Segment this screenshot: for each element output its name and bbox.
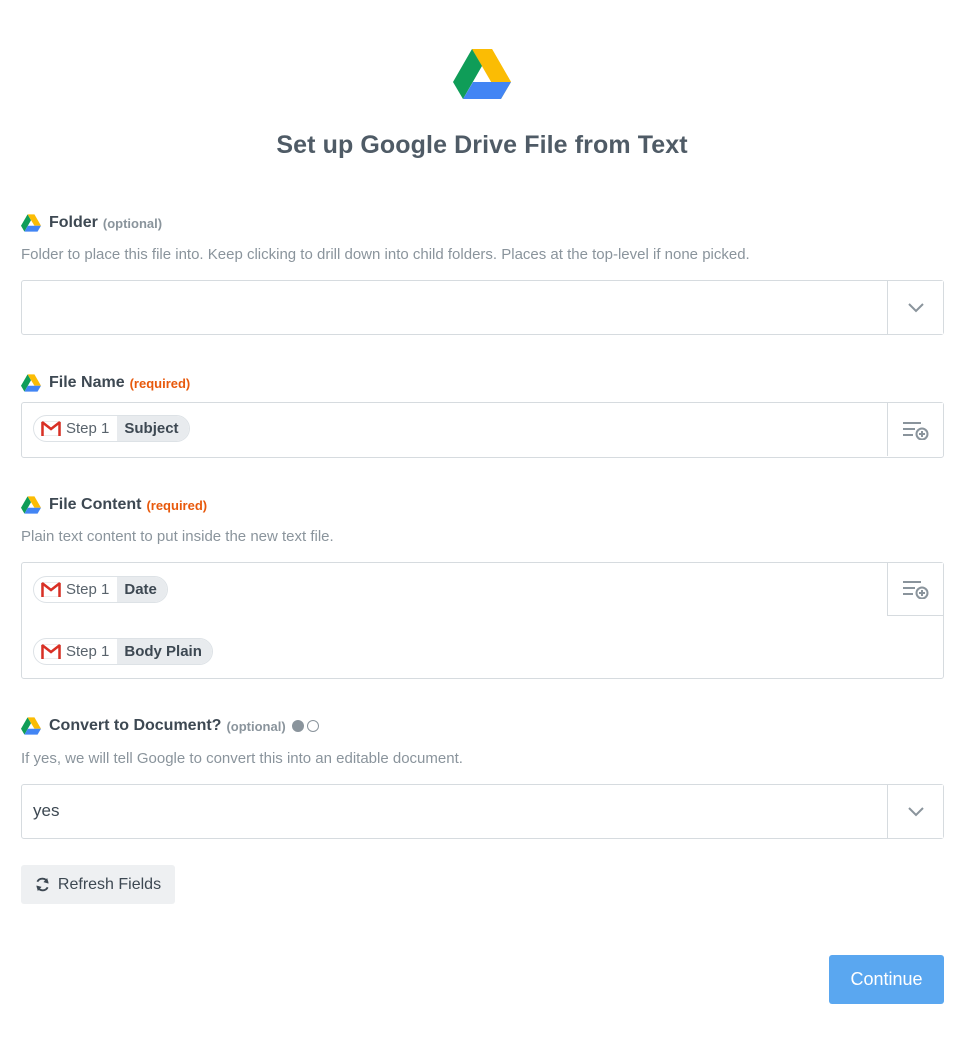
token-pill[interactable]: Step 1 Date [33,576,168,603]
convert-value: yes [33,801,60,820]
boolean-toggle[interactable] [291,720,322,732]
insert-field-icon [902,421,928,440]
insert-data-button[interactable] [887,563,943,616]
google-drive-icon [21,374,41,392]
token-pill[interactable]: Step 1 Subject [33,415,190,442]
token-step-label: Step 1 [66,643,110,660]
token-field: Body Plain [117,639,212,664]
convert-select[interactable]: yes [21,784,944,839]
convert-label: Convert to Document? [49,717,222,734]
convert-help-text: If yes, we will tell Google to convert t… [21,750,463,767]
insert-field-icon [902,581,928,599]
token-field: Date [117,577,167,602]
google-drive-icon [21,717,41,735]
google-drive-icon [21,214,41,232]
file-content-help-text: Plain text content to put inside the new… [21,528,334,545]
google-drive-logo-icon [453,49,511,99]
file-name-label: File Name [49,374,125,391]
convert-dropdown-button[interactable] [887,785,943,838]
required-badge: (required) [129,375,191,391]
chevron-down-icon [907,303,924,313]
token-field: Subject [117,416,189,441]
gmail-icon [41,421,61,436]
refresh-fields-label: Refresh Fields [57,875,162,893]
folder-label-row: Folder (optional) [21,213,162,233]
page-title: Set up Google Drive File from Text [276,131,688,159]
token-step-label: Step 1 [66,581,110,598]
file-content-label: File Content [49,496,142,513]
insert-data-button[interactable] [887,403,943,456]
token-step: Step 1 [34,639,117,664]
file-name-input[interactable]: Step 1 Subject [21,402,944,458]
continue-button[interactable]: Continue [829,955,944,1004]
optional-badge: (optional) [226,718,286,734]
folder-label: Folder [49,214,98,231]
convert-label-row: Convert to Document? (optional) [21,716,322,736]
toggle-filled-dot-icon[interactable] [291,720,304,732]
refresh-fields-button[interactable]: Refresh Fields [21,865,175,904]
token-step: Step 1 [34,416,117,441]
file-name-label-row: File Name (required) [21,373,190,393]
gmail-icon [41,644,61,659]
toggle-empty-dot-icon[interactable] [306,720,319,732]
google-drive-icon [21,496,41,514]
token-step: Step 1 [34,577,117,602]
optional-badge: (optional) [102,215,163,231]
file-content-textarea[interactable]: Step 1 Date Step 1 Body Plain [21,562,944,679]
token-step-label: Step 1 [66,420,110,437]
required-badge: (required) [146,497,208,513]
refresh-icon [36,877,49,892]
folder-help-text: Folder to place this file into. Keep cli… [21,246,750,263]
folder-dropdown-button[interactable] [887,281,943,334]
chevron-down-icon [907,807,924,817]
folder-select[interactable] [21,280,944,335]
file-content-label-row: File Content (required) [21,495,207,515]
gmail-icon [41,582,61,597]
token-pill[interactable]: Step 1 Body Plain [33,638,213,665]
